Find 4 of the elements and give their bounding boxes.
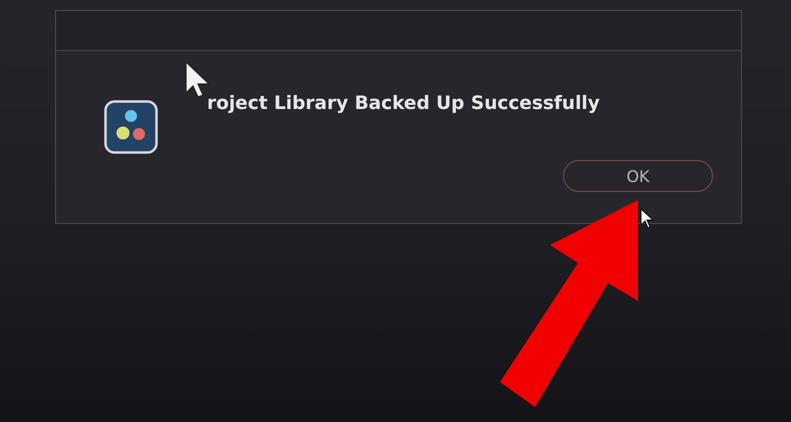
mouse-cursor-icon — [640, 208, 654, 230]
app-icon — [104, 100, 158, 154]
dialog-message: roject Library Backed Up Successfully — [207, 93, 600, 114]
ok-button[interactable]: OK — [563, 160, 713, 192]
